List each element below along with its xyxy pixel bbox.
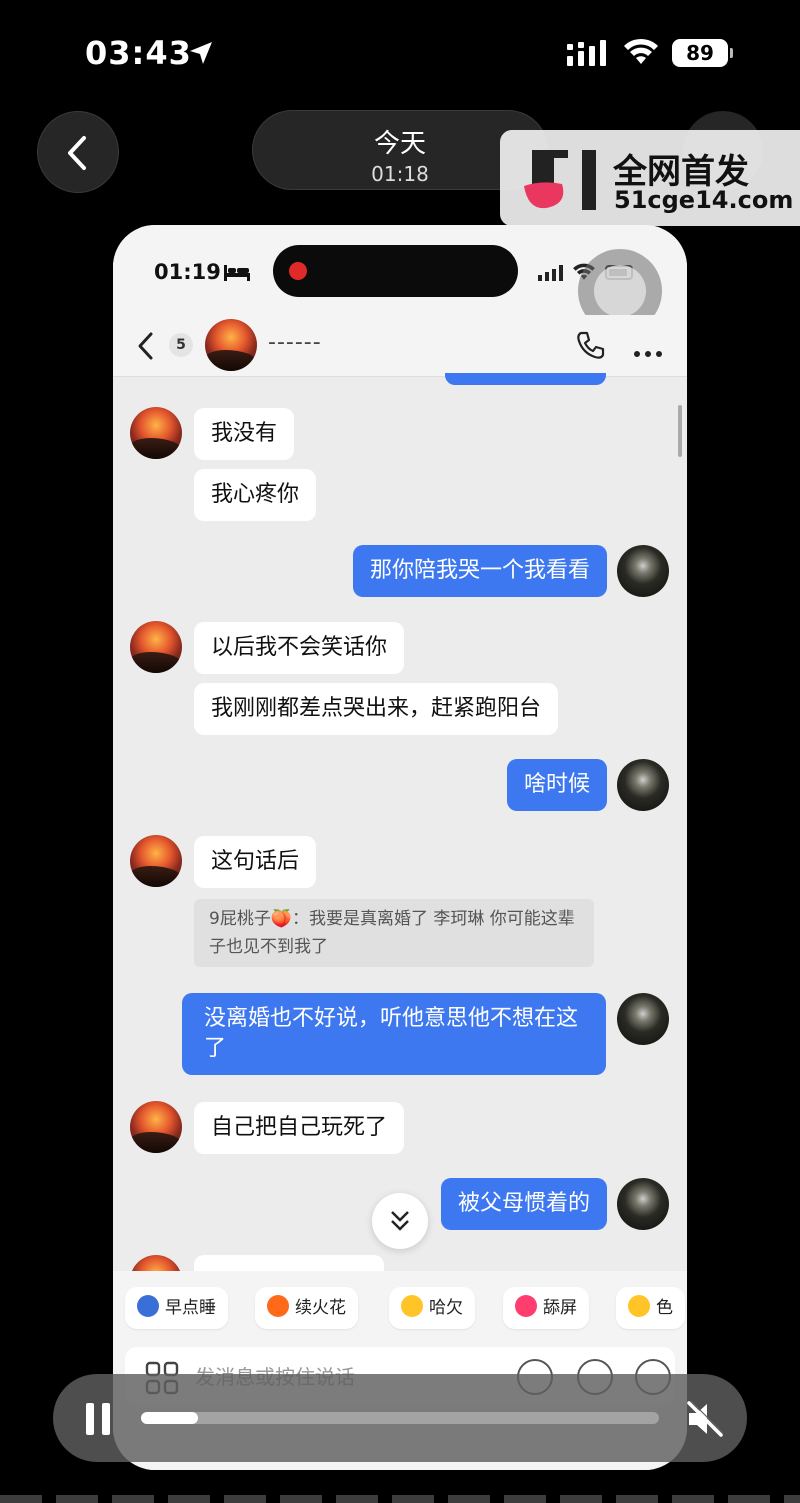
quick-reply-chip[interactable]: 哈欠 [389,1287,475,1329]
previous-message-bubble [445,373,606,385]
my-message-avatar[interactable] [617,545,669,597]
video-controls [53,1374,747,1462]
inner-clock: 01:19 [154,260,221,284]
mute-toggle-button[interactable] [685,1400,725,1442]
quoted-message[interactable]: 9屁桃子🍑：我要是真离婚了 李珂琳 你可能这辈子也见不到我了 [194,899,594,967]
recording-indicator-icon [289,262,307,280]
my-message-avatar[interactable] [617,993,669,1045]
incoming-message[interactable]: 我没有 [194,408,295,460]
watermark-banner: 全网首发 51cge14.com [500,130,800,226]
chat-back-button[interactable] [137,331,155,365]
video-progress-fill [141,1412,198,1424]
phone-screen: 01:19 5 ------ 我没有 我心疼你 那你陪我哭一个我看看 以后我不会… [113,225,687,1470]
dynamic-island [273,245,518,297]
unread-count-badge: 5 [169,333,193,357]
double-chevron-down-icon [391,1211,409,1231]
scroll-to-bottom-button[interactable] [372,1193,428,1249]
outer-status-bar: 03:43 89 [0,0,800,100]
outer-clock: 03:43 [85,34,192,72]
inner-status-bar: 01:19 [113,225,687,333]
sleep-mode-icon [224,263,250,285]
contact-avatar[interactable] [205,319,257,371]
chevron-left-icon [138,332,153,360]
heart-eyes-emoji-icon [515,1295,537,1317]
back-button[interactable] [37,111,119,193]
yawn-emoji-icon [401,1295,423,1317]
chat-more-button[interactable] [633,343,663,362]
phone-icon [577,331,605,359]
incoming-message[interactable]: 自己把自己玩死了 [194,1102,405,1154]
fire-emoji-icon [267,1295,289,1317]
inner-signal-icon [538,265,566,285]
more-dots-icon [634,351,662,357]
outgoing-message[interactable]: 那你陪我哭一个我看看 [352,545,607,597]
outgoing-message[interactable]: 啥时候 [506,759,607,811]
contact-name[interactable]: ------ [268,330,322,355]
my-message-avatar[interactable] [617,759,669,811]
outgoing-message[interactable]: 没离婚也不好说，听他意思他不想在这了 [182,993,606,1075]
my-message-avatar[interactable] [617,1178,669,1230]
speaker-muted-icon [687,1400,724,1437]
battery-indicator: 89 [672,39,733,67]
chat-header: 5 ------ [113,315,687,377]
quick-reply-chip[interactable]: 续火花 [255,1287,358,1329]
pause-button[interactable] [85,1402,111,1440]
chevron-left-icon [68,136,86,170]
contact-message-avatar[interactable] [130,407,182,459]
video-progress-bar[interactable] [141,1412,659,1424]
quick-reply-chip[interactable]: 舔屏 [503,1287,589,1329]
pause-icon [86,1403,110,1435]
love-emoji-icon [628,1295,650,1317]
video-thumbnail-strip [0,1495,800,1503]
chat-scrollbar[interactable] [678,405,682,457]
cellular-signal-icon [567,40,609,70]
location-arrow-icon [188,40,214,70]
contact-message-avatar[interactable] [130,835,182,887]
quick-reply-chip[interactable]: 早点睡 [125,1287,228,1329]
quick-reply-chip[interactable]: 色 [616,1287,685,1329]
incoming-message[interactable]: 以后我不会笑话你 [194,622,405,674]
contact-message-avatar[interactable] [130,621,182,673]
contact-message-avatar[interactable] [130,1101,182,1153]
watermark-site: 51cge14.com [614,186,794,214]
incoming-message[interactable]: 我心疼你 [194,469,317,521]
sleep-emoji-icon [137,1295,159,1317]
watermark-logo [524,150,596,210]
voice-call-button[interactable] [575,329,607,365]
outgoing-message[interactable]: 被父母惯着的 [440,1178,607,1230]
quick-reply-bar: 早点睡 续火花 哈欠 舔屏 色 [113,1271,687,1347]
incoming-message[interactable]: 我刚刚都差点哭出来，赶紧跑阳台 [194,683,559,735]
incoming-message[interactable]: 这句话后 [194,836,317,888]
wifi-icon [622,38,660,70]
